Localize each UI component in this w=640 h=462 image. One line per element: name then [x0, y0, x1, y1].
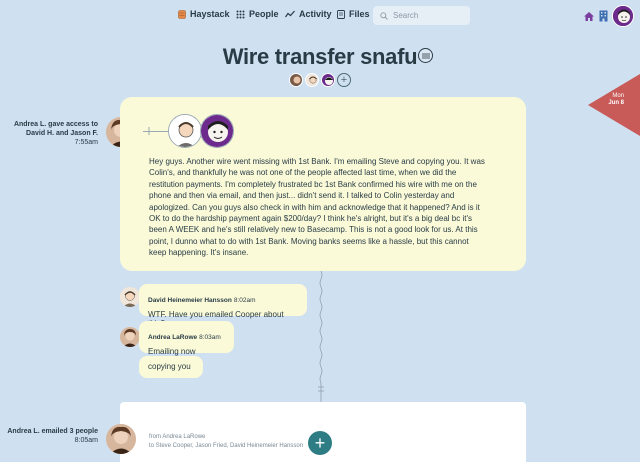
nav-haystack-label: Haystack	[190, 9, 230, 19]
people-icon	[236, 10, 245, 18]
nav-people[interactable]: People	[236, 9, 279, 19]
comment-text: Emailing now	[148, 347, 196, 356]
search-input[interactable]	[393, 11, 453, 20]
date-weekday: Mon	[612, 93, 624, 99]
date-flag-label: Mon Jun 8	[608, 93, 624, 107]
plus-icon: +	[314, 433, 326, 453]
participant-avatar[interactable]	[321, 73, 335, 87]
my-avatar[interactable]	[612, 5, 634, 27]
access-event-time: 7:55am	[74, 139, 98, 147]
message-body: Hey guys. Another wire went missing with…	[149, 157, 485, 258]
comment-time: 8:02am	[233, 297, 256, 304]
avatar-photo-icon	[106, 424, 136, 454]
avatar-photo-icon	[120, 327, 140, 347]
thread-line	[318, 271, 324, 402]
connector-tick-icon	[148, 127, 150, 135]
access-event-text: Andrea L. gave access to David H. and Ja…	[13, 121, 98, 138]
nav-people-label: People	[249, 9, 279, 19]
files-icon	[337, 9, 345, 19]
participants-list: +	[289, 73, 351, 87]
comment-bubble: Andrea LaRowe 8:03am Emailing now	[139, 321, 234, 356]
date-day: Jun 8	[608, 99, 624, 106]
activity-icon	[285, 10, 295, 18]
haystack-icon	[178, 9, 186, 19]
plus-icon: +	[340, 73, 348, 86]
nav-haystack[interactable]: Haystack	[178, 9, 230, 19]
avatar-illustration-icon	[322, 74, 334, 86]
nav-files-label: Files	[349, 9, 370, 19]
comment-author: David Heinemeier Hansson	[148, 297, 232, 304]
page-title: Wire transfer snafu	[222, 44, 418, 69]
comment-text: copying you	[148, 362, 191, 371]
building-icon[interactable]	[599, 10, 608, 22]
avatar-sketch-icon	[120, 287, 140, 307]
david-avatar[interactable]	[168, 114, 202, 148]
avatar-sketch-icon	[306, 74, 318, 86]
search-box[interactable]	[373, 6, 470, 25]
add-comment-button[interactable]: +	[308, 431, 332, 455]
jason-avatar[interactable]	[200, 114, 234, 148]
top-right-controls	[583, 5, 634, 27]
comment-author: Andrea LaRowe	[148, 334, 198, 341]
email-from: from Andrea LaRowe	[149, 434, 206, 440]
nav-activity[interactable]: Activity	[285, 9, 332, 19]
avatar-illustration-icon	[613, 6, 633, 26]
access-event-label: Andrea L. gave access to David H. and Ja…	[4, 120, 98, 147]
top-nav: Haystack People Activity Files	[0, 0, 640, 32]
options-menu-button[interactable]	[418, 48, 433, 63]
add-participant-button[interactable]: +	[337, 73, 351, 87]
email-to: to Steve Cooper, Jason Fried, David Hein…	[149, 442, 304, 449]
participant-avatar[interactable]	[289, 73, 303, 87]
comment-bubble: David Heinemeier Hansson 8:02am WTF. Have…	[139, 284, 307, 328]
participant-avatar[interactable]	[305, 73, 319, 87]
email-meta: from Andrea LaRowe to Steve Cooper, Jaso…	[149, 433, 303, 450]
comment-avatar-andrea[interactable]	[120, 327, 140, 347]
andrea-email-avatar[interactable]	[106, 424, 136, 454]
email-event-text: Andrea L. emailed 3 people	[7, 428, 98, 435]
search-icon	[380, 11, 388, 20]
avatar-photo-icon	[290, 74, 302, 86]
comment-bubble: copying you	[139, 356, 203, 378]
email-event-time: 8:05am	[74, 437, 98, 445]
nav-activity-label: Activity	[299, 9, 332, 19]
home-icon[interactable]	[583, 11, 595, 22]
menu-lines-icon	[421, 53, 430, 58]
email-event-label: Andrea L. emailed 3 people 8:05am	[4, 427, 98, 445]
nav-files[interactable]: Files	[337, 9, 370, 19]
comment-avatar-david[interactable]	[120, 287, 140, 307]
comment-time: 8:03am	[199, 334, 221, 341]
